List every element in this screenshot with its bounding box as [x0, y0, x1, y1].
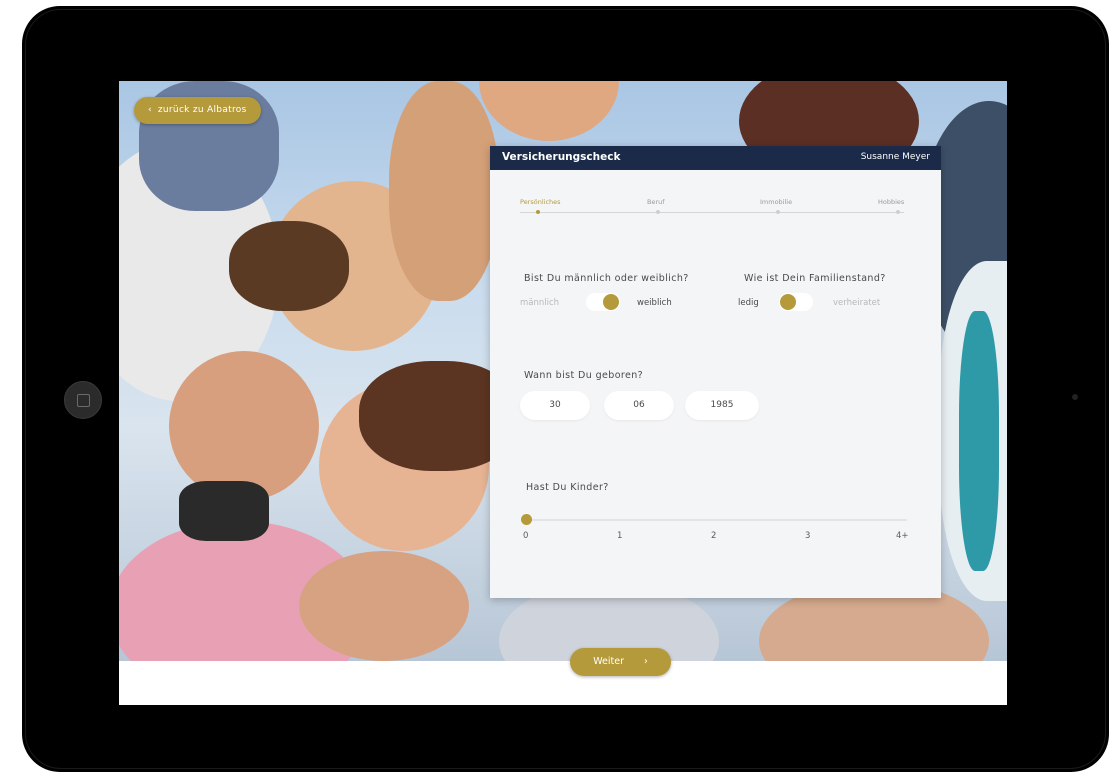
gender-toggle[interactable] — [586, 293, 620, 311]
children-question: Hast Du Kinder? — [526, 482, 609, 493]
birth-question: Wann bist Du geboren? — [524, 370, 644, 381]
insurance-check-panel: Versicherungscheck Susanne Meyer Persönl… — [490, 146, 941, 598]
progress-steps: Persönliches Beruf Immobilie Hobbies — [520, 198, 904, 228]
gender-option-female[interactable]: weiblich — [637, 298, 672, 308]
children-tick-4plus: 4+ — [896, 531, 909, 541]
footer-strip — [119, 661, 1007, 705]
marital-option-single[interactable]: ledig — [738, 298, 759, 308]
user-name: Susanne Meyer — [860, 152, 930, 162]
step-immobilie[interactable]: Immobilie — [760, 198, 792, 206]
marital-toggle[interactable] — [779, 293, 813, 311]
next-button-label: Weiter — [593, 656, 624, 667]
app-screen: ‹ zurück zu Albatros Versicherungscheck S… — [119, 81, 1007, 705]
marital-option-married[interactable]: verheiratet — [833, 298, 880, 308]
step-persoenliches[interactable]: Persönliches — [520, 198, 561, 206]
back-button-label: zurück zu Albatros — [157, 105, 247, 115]
panel-title: Versicherungscheck — [502, 151, 621, 163]
marital-toggle-knob — [780, 294, 796, 310]
birth-year-field[interactable]: 1985 — [685, 391, 759, 420]
step-dot-4 — [896, 210, 900, 214]
next-button[interactable]: Weiter › — [570, 648, 671, 676]
step-dot-2 — [656, 210, 660, 214]
panel-header: Versicherungscheck Susanne Meyer — [490, 146, 941, 170]
children-tick-2: 2 — [711, 531, 717, 541]
children-slider-handle[interactable] — [521, 514, 532, 525]
marital-question: Wie ist Dein Familienstand? — [744, 273, 886, 284]
step-dot-1 — [536, 210, 540, 214]
birth-day-field[interactable]: 30 — [520, 391, 590, 420]
gender-option-male[interactable]: männlich — [520, 298, 559, 308]
chevron-left-icon: ‹ — [148, 105, 152, 115]
children-tick-1: 1 — [617, 531, 623, 541]
back-to-albatros-button[interactable]: ‹ zurück zu Albatros — [134, 97, 261, 124]
home-button-icon[interactable] — [64, 381, 102, 419]
gender-toggle-knob — [603, 294, 619, 310]
step-hobbies[interactable]: Hobbies — [878, 198, 904, 206]
gender-question: Bist Du männlich oder weiblich? — [524, 273, 689, 284]
chevron-right-icon: › — [643, 656, 648, 667]
camera-icon — [1072, 394, 1078, 400]
step-beruf[interactable]: Beruf — [647, 198, 665, 206]
children-slider[interactable] — [521, 514, 907, 525]
step-dot-3 — [776, 210, 780, 214]
children-tick-0: 0 — [523, 531, 529, 541]
children-tick-3: 3 — [805, 531, 811, 541]
birth-month-field[interactable]: 06 — [604, 391, 674, 420]
progress-line — [520, 212, 904, 213]
